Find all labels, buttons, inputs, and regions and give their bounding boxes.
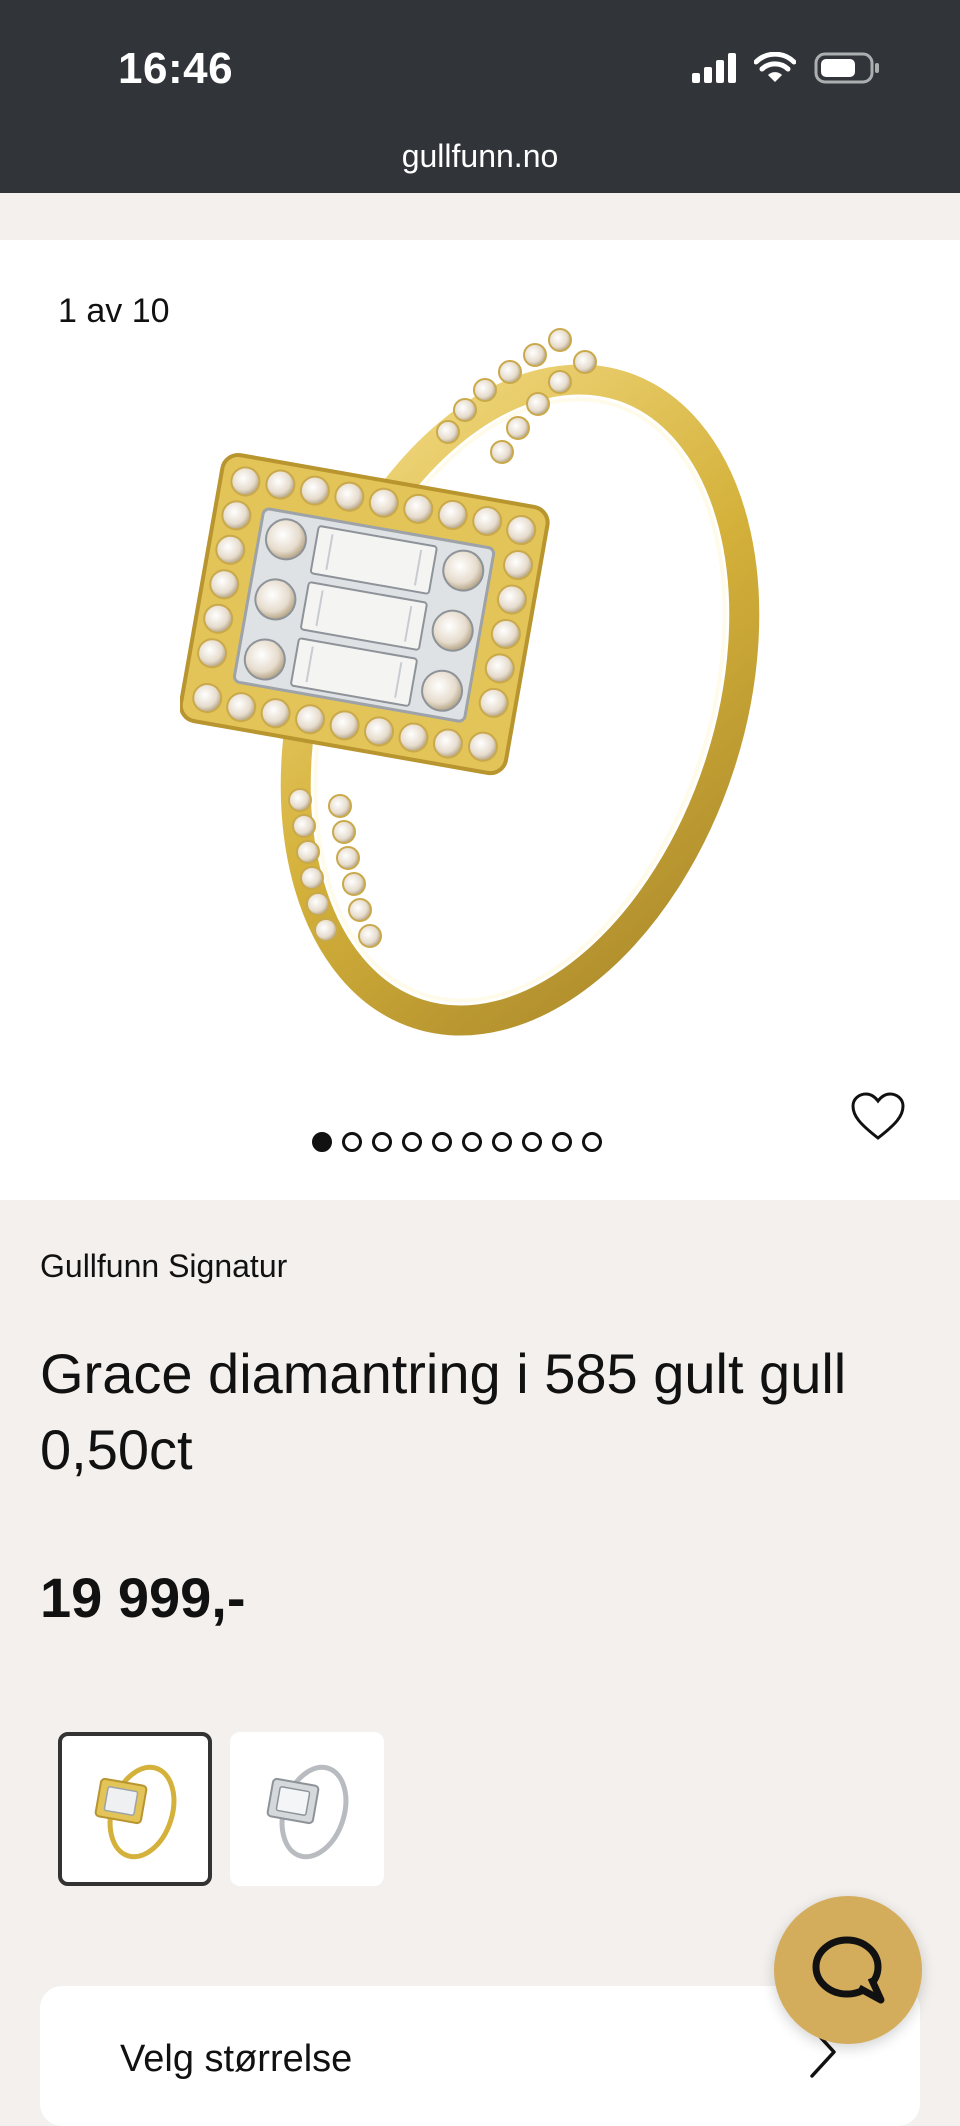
gallery-dot[interactable] bbox=[462, 1132, 482, 1152]
ring-thumbnail-white bbox=[266, 1764, 349, 1860]
gallery-dot[interactable] bbox=[522, 1132, 542, 1152]
gallery-dot[interactable] bbox=[492, 1132, 512, 1152]
ring-product-image bbox=[180, 328, 760, 1036]
gallery-dot[interactable] bbox=[372, 1132, 392, 1152]
battery-icon bbox=[814, 52, 879, 84]
gallery-dot[interactable] bbox=[582, 1132, 602, 1152]
wifi-icon bbox=[754, 52, 796, 82]
cellular-signal-icon bbox=[692, 53, 736, 83]
variant-white-gold[interactable] bbox=[230, 1732, 384, 1886]
gallery-dot[interactable] bbox=[312, 1132, 332, 1152]
breadcrumb-strip bbox=[0, 193, 960, 240]
gallery-counter: 1 av 10 bbox=[58, 292, 170, 330]
size-selector-label: Velg størrelse bbox=[120, 2038, 353, 2080]
url-bar[interactable]: gullfunn.no bbox=[0, 138, 960, 175]
product-title: Grace diamantring i 585 gult gull 0,50ct bbox=[40, 1342, 847, 1481]
status-time: 16:46 bbox=[118, 44, 234, 93]
favorite-heart-icon[interactable] bbox=[850, 1092, 906, 1142]
variant-yellow-gold[interactable] bbox=[58, 1732, 212, 1886]
variant-selector bbox=[58, 1732, 384, 1886]
status-bar: 16:46 gullfunn.no bbox=[0, 0, 960, 193]
gallery-dot[interactable] bbox=[402, 1132, 422, 1152]
status-icons bbox=[692, 52, 880, 84]
gallery-dot[interactable] bbox=[552, 1132, 572, 1152]
ring-thumbnail-gold bbox=[94, 1764, 177, 1860]
product-brand[interactable]: Gullfunn Signatur bbox=[40, 1248, 287, 1285]
product-price: 19 999,- bbox=[40, 1566, 246, 1629]
product-gallery[interactable]: 1 av 10 bbox=[0, 240, 960, 1200]
chat-bubble-icon bbox=[812, 1936, 885, 2004]
gallery-dot[interactable] bbox=[342, 1132, 362, 1152]
gallery-dot[interactable] bbox=[432, 1132, 452, 1152]
gallery-pagination bbox=[312, 1132, 602, 1152]
chat-button[interactable] bbox=[774, 1896, 922, 2044]
